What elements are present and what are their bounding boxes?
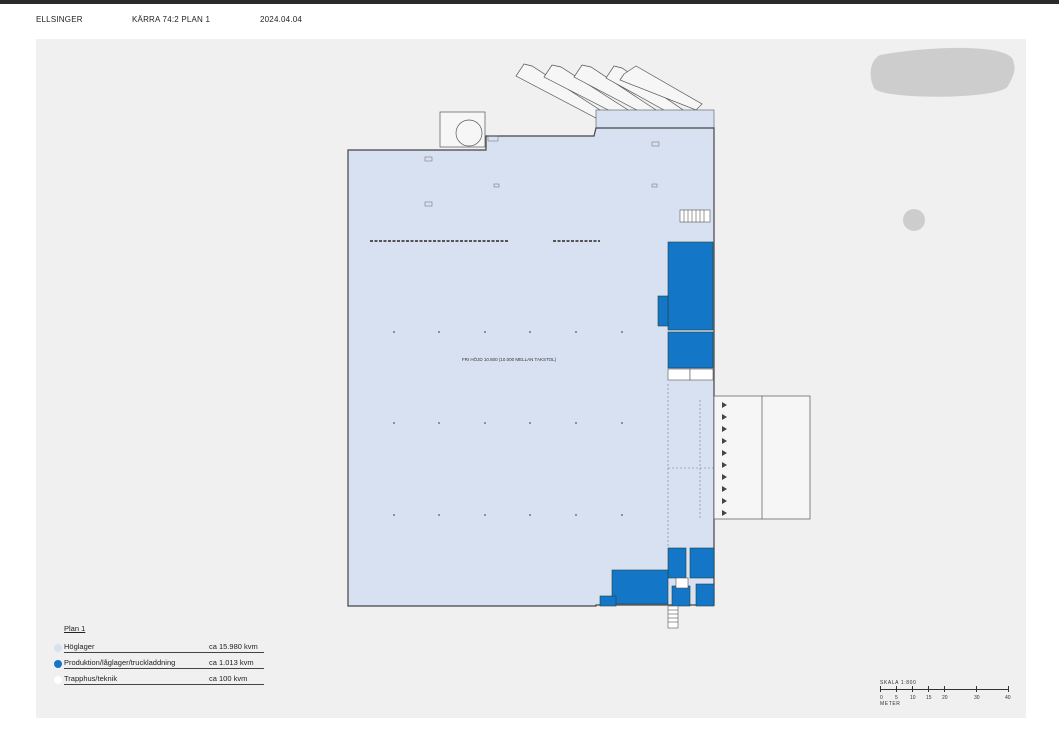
stair-bottom: [667, 605, 679, 629]
header-company: ELLSINGER: [36, 15, 83, 24]
legend-divider: [64, 652, 264, 653]
plan-note: FRI HÖJD 10.800 (10.000 MELLAN TAKSTOL): [462, 356, 557, 362]
legend-row-produktion: Produktion/låglager/truckladdning ca 1.0…: [54, 658, 284, 670]
legend-row-hoglager: Höglager ca 15.980 kvm: [54, 642, 284, 654]
stair-top-right: [679, 209, 711, 223]
legend-row-trapphus: Trapphus/teknik ca 100 kvm: [54, 674, 284, 686]
scale-bar: SKALA 1:800 0 5 10 15 20 30 40 METER: [880, 680, 1020, 710]
scale-tick: [928, 686, 929, 692]
scale-number: 20: [942, 695, 948, 701]
legend-divider: [64, 668, 264, 669]
legend-swatch: [54, 676, 62, 684]
legend-area: ca 100 kvm: [209, 674, 248, 683]
top-border: [0, 0, 1059, 4]
scale-number: 30: [974, 695, 980, 701]
legend-area: ca 15.980 kvm: [209, 642, 258, 651]
legend-label: Produktion/låglager/truckladdning: [64, 658, 176, 667]
scale-label: SKALA 1:800: [880, 680, 917, 686]
scale-tick: [912, 686, 913, 692]
scale-number: 40: [1005, 695, 1011, 701]
area-hoglager: [347, 127, 715, 607]
legend-area: ca 1.013 kvm: [209, 658, 254, 667]
legend-label: Höglager: [64, 642, 95, 651]
scale-tick: [880, 686, 881, 692]
scale-number: 10: [910, 695, 916, 701]
scale-unit: METER: [880, 701, 901, 707]
redacted-logo: [870, 47, 1015, 97]
legend-title: Plan 1: [64, 624, 86, 633]
header-property: KÄRRA 74:2 PLAN 1: [132, 15, 211, 24]
scale-number: 15: [926, 695, 932, 701]
legend-divider: [64, 684, 264, 685]
site-marker-dot: [903, 209, 925, 231]
scale-tick: [1008, 686, 1009, 692]
round-tank: [439, 111, 486, 148]
legend-swatch: [54, 660, 62, 668]
scale-tick: [976, 686, 977, 692]
legend-swatch: [54, 644, 62, 652]
dock-canopy-right: [713, 395, 811, 520]
header-date: 2024.04.04: [260, 15, 303, 24]
scale-tick: [944, 686, 945, 692]
floor-plan-sheet: FRI HÖJD 10.800 (10.000 MELLAN TAKSTOL): [36, 39, 1026, 718]
legend-label: Trapphus/teknik: [64, 674, 118, 683]
floor-plan: FRI HÖJD 10.800 (10.000 MELLAN TAKSTOL): [347, 47, 1015, 629]
scale-tick: [896, 686, 897, 692]
